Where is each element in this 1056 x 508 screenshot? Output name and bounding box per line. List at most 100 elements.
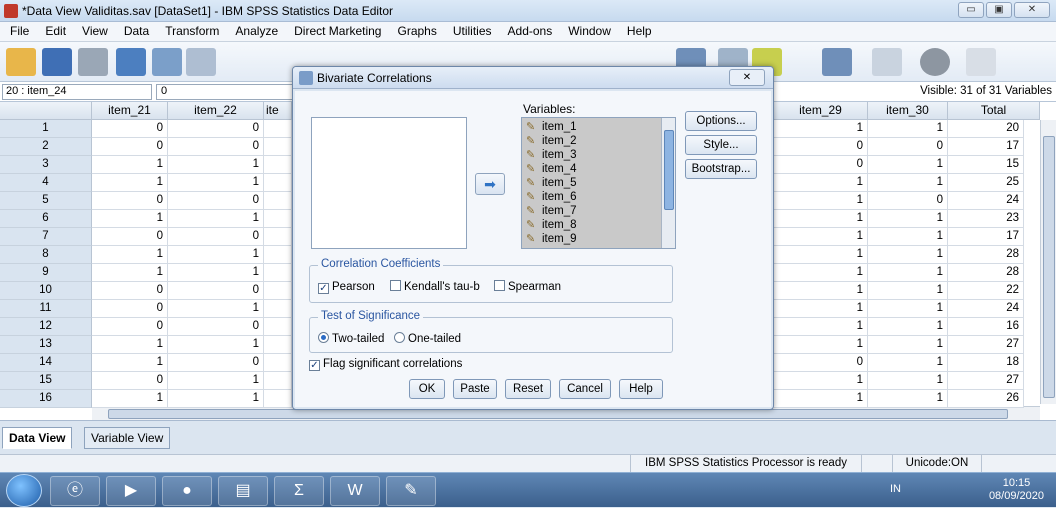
row-header[interactable]: 4 (0, 174, 92, 192)
data-cell[interactable] (264, 228, 292, 246)
data-cell[interactable]: 1 (92, 210, 168, 228)
row-header[interactable]: 3 (0, 156, 92, 174)
data-cell[interactable] (264, 138, 292, 156)
data-cell[interactable]: 0 (92, 228, 168, 246)
row-header[interactable]: 2 (0, 138, 92, 156)
data-cell[interactable]: 0 (168, 138, 264, 156)
use-sets-icon[interactable] (872, 48, 902, 76)
menu-help[interactable]: Help (619, 22, 660, 41)
row-header[interactable]: 16 (0, 390, 92, 408)
data-cell[interactable]: 0 (92, 282, 168, 300)
minimize-button[interactable]: ▭ (958, 2, 984, 18)
data-cell[interactable]: 1 (168, 336, 264, 354)
data-cell[interactable]: 0 (868, 138, 948, 156)
data-cell[interactable]: 1 (868, 318, 948, 336)
row-header[interactable]: 9 (0, 264, 92, 282)
data-cell[interactable]: 1 (168, 210, 264, 228)
file-explorer-icon[interactable]: ▤ (218, 476, 268, 506)
firefox-icon[interactable]: ● (162, 476, 212, 506)
paint-icon[interactable]: ✎ (386, 476, 436, 506)
data-cell[interactable]: 1 (92, 336, 168, 354)
data-cell[interactable] (264, 336, 292, 354)
variable-list-item[interactable]: ✎ item_5 (526, 176, 577, 190)
data-cell[interactable]: 0 (168, 120, 264, 138)
row-header[interactable]: 15 (0, 372, 92, 390)
print-icon[interactable] (78, 48, 108, 76)
close-button[interactable]: ✕ (1014, 2, 1050, 18)
data-cell[interactable]: 1 (168, 390, 264, 408)
variable-list-item[interactable]: ✎ item_2 (526, 134, 577, 148)
two-tailed-radio[interactable]: Two-tailed (318, 332, 384, 346)
data-cell[interactable]: 1 (92, 174, 168, 192)
data-cell[interactable] (264, 354, 292, 372)
data-cell[interactable]: 1 (168, 156, 264, 174)
data-cell[interactable]: 23 (948, 210, 1024, 228)
data-cell[interactable] (264, 390, 292, 408)
data-cell[interactable]: 1 (868, 228, 948, 246)
maximize-button[interactable]: ▣ (986, 2, 1012, 18)
open-folder-icon[interactable] (6, 48, 36, 76)
menu-window[interactable]: Window (560, 22, 619, 41)
data-cell[interactable] (264, 192, 292, 210)
column-header[interactable]: item_29 (774, 102, 868, 120)
menu-view[interactable]: View (74, 22, 116, 41)
data-cell[interactable]: 1 (774, 210, 868, 228)
data-cell[interactable]: 27 (948, 372, 1024, 390)
reset-button[interactable]: Reset (505, 379, 551, 399)
data-cell[interactable]: 0 (774, 354, 868, 372)
data-cell[interactable]: 0 (92, 138, 168, 156)
data-cell[interactable]: 15 (948, 156, 1024, 174)
data-cell[interactable]: 1 (774, 228, 868, 246)
spell-check-icon[interactable] (966, 48, 996, 76)
language-indicator[interactable]: IN (890, 483, 901, 495)
data-cell[interactable]: 0 (868, 192, 948, 210)
dialog-recall-icon[interactable] (116, 48, 146, 76)
data-cell[interactable]: 1 (168, 174, 264, 192)
menu-graphs[interactable]: Graphs (389, 22, 444, 41)
data-cell[interactable]: 28 (948, 246, 1024, 264)
move-variable-arrow-button[interactable]: ➡ (475, 173, 505, 195)
data-cell[interactable]: 1 (168, 372, 264, 390)
data-cell[interactable]: 1 (868, 120, 948, 138)
column-header[interactable]: item_21 (92, 102, 168, 120)
row-header[interactable]: 13 (0, 336, 92, 354)
column-header[interactable]: Total (948, 102, 1040, 120)
column-header[interactable]: ite (264, 102, 292, 120)
data-cell[interactable]: 25 (948, 174, 1024, 192)
data-cell[interactable]: 1 (168, 246, 264, 264)
row-header[interactable]: 5 (0, 192, 92, 210)
tab-data-view[interactable]: Data View (2, 427, 73, 449)
data-cell[interactable]: 0 (774, 138, 868, 156)
data-cell[interactable]: 1 (868, 354, 948, 372)
column-header[interactable]: item_30 (868, 102, 948, 120)
row-header[interactable]: 6 (0, 210, 92, 228)
data-cell[interactable]: 1 (868, 264, 948, 282)
show-all-icon[interactable] (920, 48, 950, 76)
data-cell[interactable] (264, 210, 292, 228)
cell-reference[interactable]: 20 : item_24 (2, 84, 152, 100)
row-header[interactable]: 7 (0, 228, 92, 246)
help-button[interactable]: Help (619, 379, 663, 399)
data-cell[interactable]: 20 (948, 120, 1024, 138)
menu-analyze[interactable]: Analyze (227, 22, 286, 41)
flag-significant-checkbox[interactable]: ✓ Flag significant correlations (309, 357, 462, 371)
variable-list-item[interactable]: ✎ item_6 (526, 190, 577, 204)
data-cell[interactable]: 0 (92, 318, 168, 336)
data-cell[interactable]: 1 (774, 192, 868, 210)
data-cell[interactable]: 0 (168, 318, 264, 336)
data-cell[interactable] (264, 246, 292, 264)
data-cell[interactable]: 1 (868, 282, 948, 300)
row-header[interactable]: 11 (0, 300, 92, 318)
variable-list-item[interactable]: ✎ item_3 (526, 148, 577, 162)
data-cell[interactable]: 1 (868, 390, 948, 408)
data-cell[interactable]: 1 (774, 390, 868, 408)
menu-add-ons[interactable]: Add-ons (500, 22, 561, 41)
data-cell[interactable]: 17 (948, 228, 1024, 246)
value-labels-icon[interactable] (822, 48, 852, 76)
variable-list-item[interactable]: ✎ item_1 (526, 120, 577, 134)
data-cell[interactable]: 1 (868, 336, 948, 354)
kendall-checkbox[interactable]: Kendall's tau-b (390, 280, 480, 294)
data-cell[interactable]: 16 (948, 318, 1024, 336)
data-cell[interactable]: 1 (92, 246, 168, 264)
data-cell[interactable]: 0 (92, 300, 168, 318)
